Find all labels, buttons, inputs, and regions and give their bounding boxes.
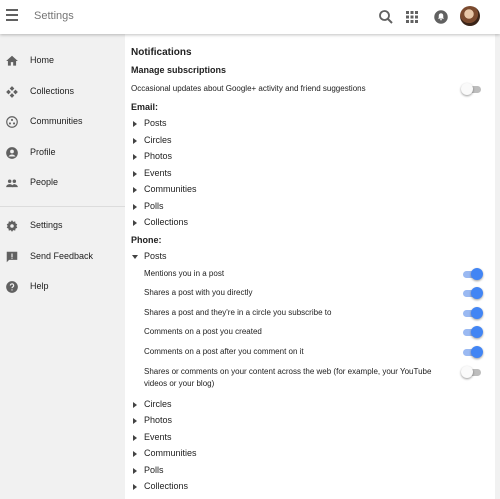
- sidebar-item-profile[interactable]: Profile: [0, 141, 125, 167]
- expand-arrow-icon: [133, 220, 137, 226]
- collections-icon: [5, 85, 19, 99]
- expand-arrow-icon: [133, 138, 137, 144]
- sidebar-item-communities[interactable]: Communities: [0, 110, 125, 136]
- notifications-bell-icon[interactable]: [432, 8, 450, 26]
- sidebar-item-label: Profile: [30, 147, 56, 157]
- phone-post-option-label: Shares a post with you directly: [144, 288, 253, 297]
- home-icon: [5, 54, 19, 68]
- search-icon[interactable]: [377, 8, 395, 26]
- phone-post-option-label: Shares or comments on your content acros…: [144, 367, 432, 388]
- comments-created-toggle[interactable]: [461, 326, 483, 338]
- phone-post-option-label: Comments on a post you created: [144, 327, 262, 336]
- phone-post-option-label: Shares a post and they're in a circle yo…: [144, 308, 332, 317]
- phone-heading: Phone:: [131, 235, 162, 245]
- hamburger-menu-icon[interactable]: [6, 9, 20, 23]
- expand-arrow-icon: [133, 121, 137, 127]
- sidebar: Home Collections Communities Profile Peo…: [0, 34, 125, 499]
- shares-direct-toggle[interactable]: [461, 287, 483, 299]
- email-heading: Email:: [131, 102, 159, 112]
- settings-content: Notifications Manage subscriptions Occas…: [125, 34, 495, 499]
- sidebar-item-send-feedback[interactable]: Send Feedback: [0, 245, 125, 271]
- sidebar-item-label: Help: [30, 281, 49, 291]
- expand-arrow-icon: [133, 402, 137, 408]
- notifications-heading: Notifications: [131, 47, 192, 58]
- expand-arrow-icon: [133, 484, 137, 490]
- apps-grid-icon[interactable]: [403, 8, 421, 26]
- sidebar-item-label: Communities: [30, 116, 83, 126]
- help-icon: [5, 280, 19, 294]
- expand-arrow-icon: [133, 435, 137, 441]
- communities-icon: [5, 115, 19, 129]
- people-icon: [5, 176, 19, 190]
- sidebar-item-label: Send Feedback: [30, 251, 94, 261]
- expand-arrow-icon: [133, 204, 137, 210]
- expand-arrow-icon: [133, 187, 137, 193]
- subscription-updates-toggle[interactable]: [461, 83, 483, 95]
- user-avatar[interactable]: [460, 6, 480, 26]
- mentions-toggle[interactable]: [461, 268, 483, 280]
- sidebar-divider: [0, 206, 125, 207]
- gear-icon: [5, 219, 19, 233]
- profile-icon: [5, 146, 19, 160]
- sidebar-item-collections[interactable]: Collections: [0, 80, 125, 106]
- feedback-icon: [5, 250, 19, 264]
- sidebar-item-label: People: [30, 177, 59, 187]
- sidebar-item-help[interactable]: Help: [0, 275, 125, 301]
- page-title: Settings: [34, 10, 74, 22]
- expand-arrow-icon: [133, 418, 137, 424]
- sidebar-item-home[interactable]: Home: [0, 49, 125, 75]
- comments-after-toggle[interactable]: [461, 346, 483, 358]
- sidebar-item-settings[interactable]: Settings: [0, 214, 125, 240]
- sidebar-item-label: Home: [30, 55, 55, 65]
- sidebar-item-people[interactable]: People: [0, 171, 125, 197]
- expand-arrow-icon: [133, 154, 137, 160]
- sidebar-item-label: Settings: [30, 220, 63, 230]
- expand-arrow-icon: [133, 171, 137, 177]
- collapse-arrow-icon: [132, 255, 138, 259]
- phone-post-option-label: Mentions you in a post: [144, 269, 225, 278]
- manage-subscriptions-heading: Manage subscriptions: [131, 65, 227, 75]
- expand-arrow-icon: [133, 451, 137, 457]
- subscription-updates-label: Occasional updates about Google+ activit…: [131, 84, 366, 93]
- top-app-bar: Settings: [0, 0, 500, 34]
- shares-circle-toggle[interactable]: [461, 307, 483, 319]
- expand-arrow-icon: [133, 468, 137, 474]
- phone-post-option-label: Comments on a post after you comment on …: [144, 347, 304, 356]
- sidebar-item-label: Collections: [30, 86, 75, 96]
- web-content-toggle[interactable]: [461, 366, 483, 378]
